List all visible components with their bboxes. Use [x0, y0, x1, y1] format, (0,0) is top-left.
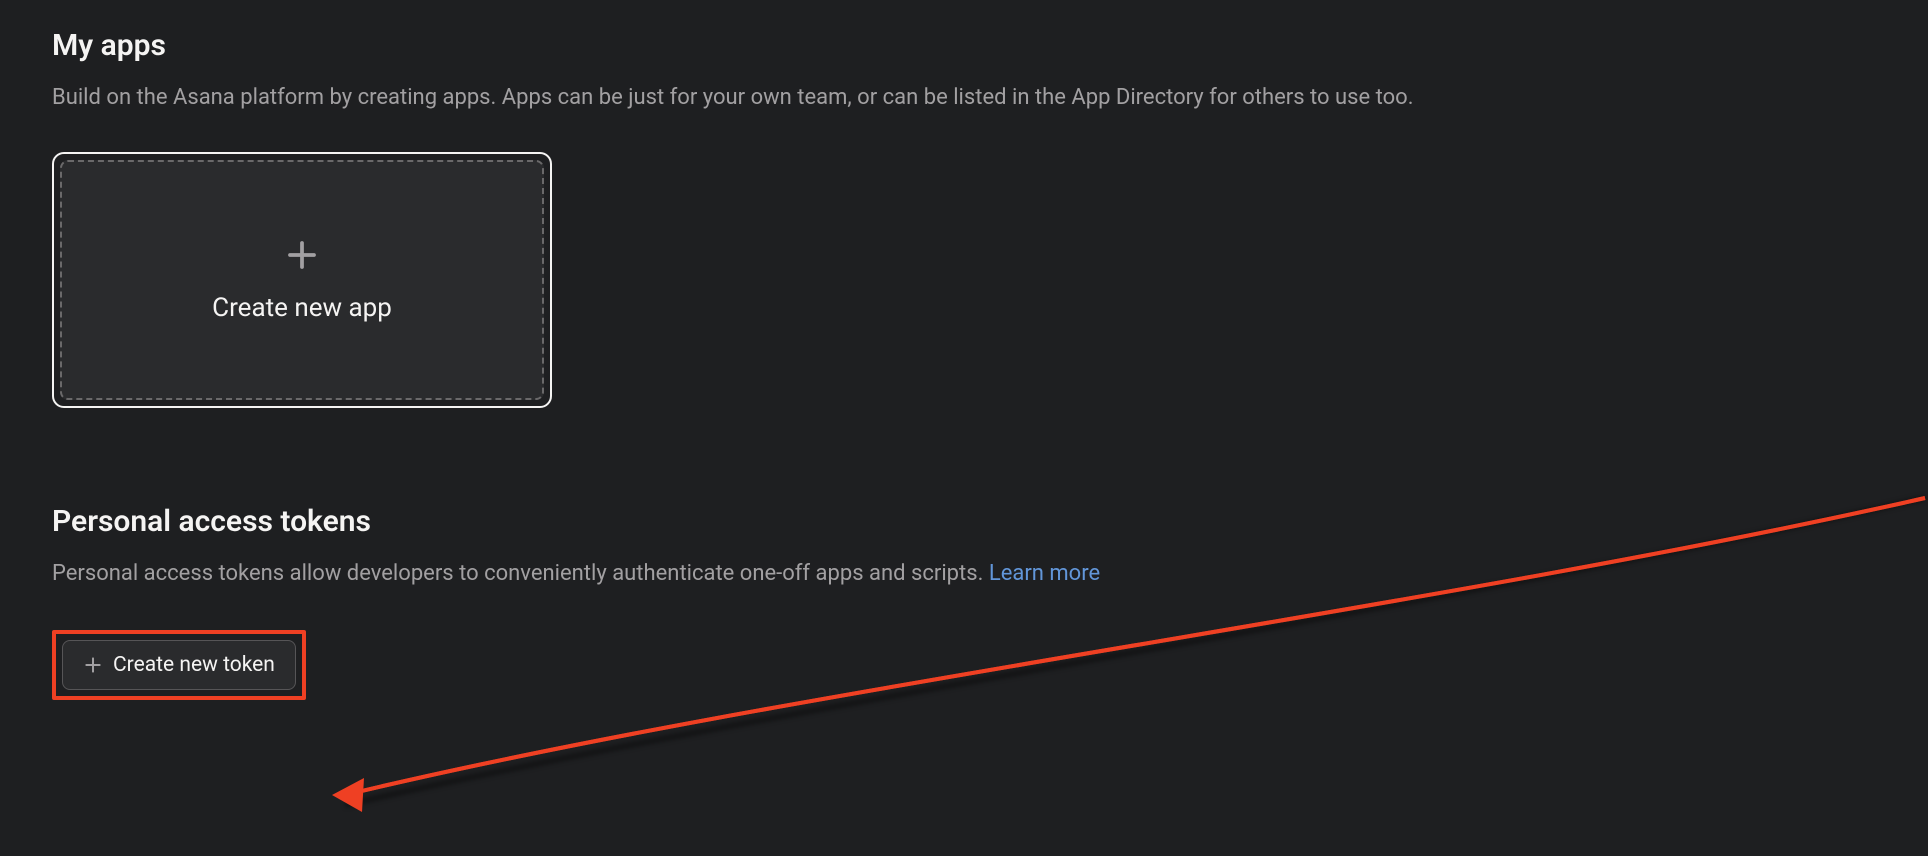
- tokens-description-text: Personal access tokens allow developers …: [52, 561, 989, 586]
- create-new-token-button[interactable]: Create new token: [62, 640, 296, 690]
- personal-access-tokens-section: Personal access tokens Personal access t…: [52, 504, 1876, 700]
- my-apps-description: Build on the Asana platform by creating …: [52, 81, 1876, 114]
- tokens-title: Personal access tokens: [52, 504, 1876, 539]
- annotation-highlight-box: Create new token: [52, 630, 306, 700]
- my-apps-section: My apps Build on the Asana platform by c…: [52, 28, 1876, 408]
- plus-icon: [284, 237, 320, 273]
- my-apps-title: My apps: [52, 28, 1876, 63]
- create-new-app-label: Create new app: [212, 293, 392, 323]
- create-new-token-label: Create new token: [113, 653, 275, 677]
- tokens-description: Personal access tokens allow developers …: [52, 557, 1876, 590]
- create-new-app-card[interactable]: Create new app: [52, 152, 552, 408]
- learn-more-link[interactable]: Learn more: [989, 561, 1100, 586]
- plus-icon: [83, 655, 103, 675]
- create-new-app-inner: Create new app: [60, 160, 544, 400]
